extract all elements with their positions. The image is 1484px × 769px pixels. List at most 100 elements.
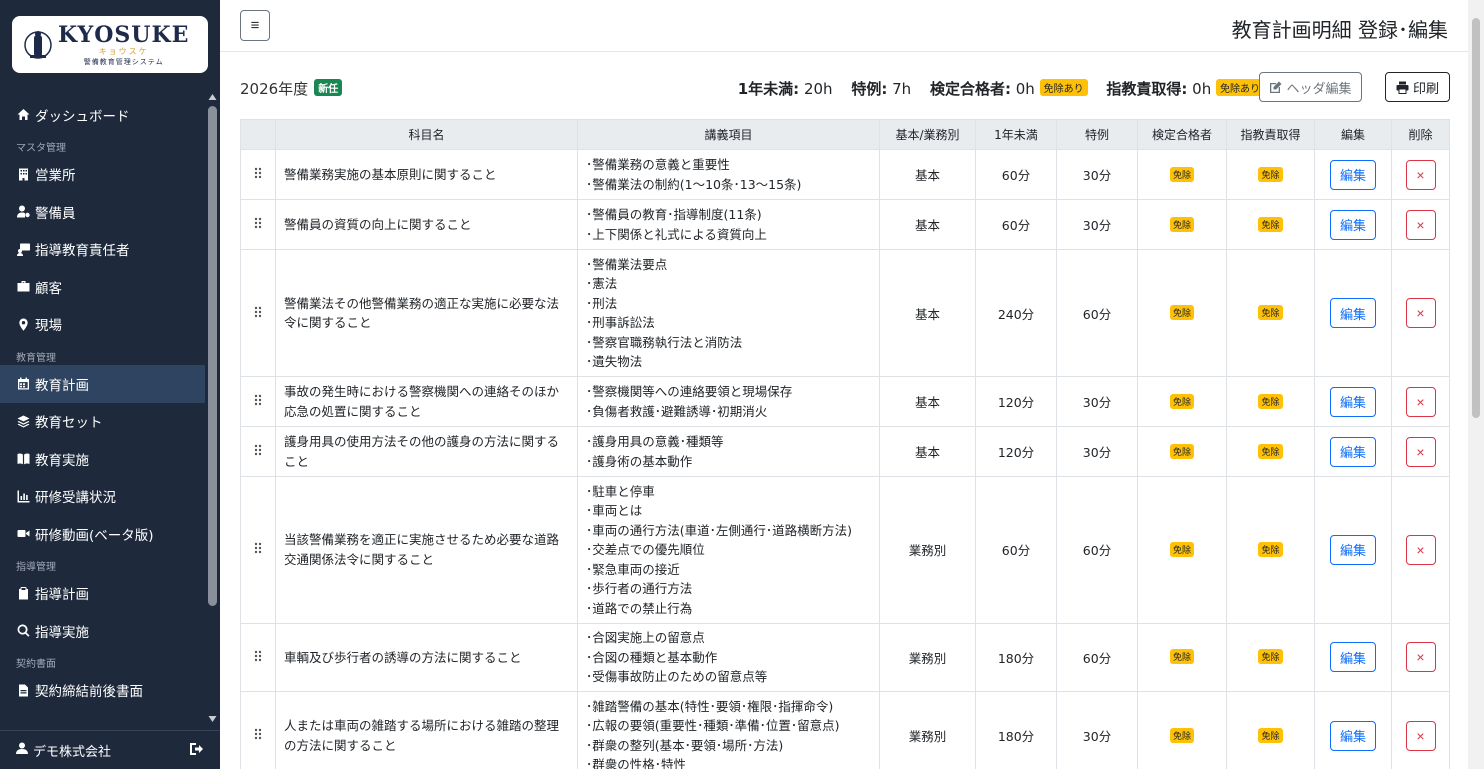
lecture-item: ･警備員の教育･指導制度(11条) <box>586 207 762 222</box>
category-cell: 基本 <box>879 249 976 377</box>
lecture-item: ･道路での禁止行為 <box>586 600 693 616</box>
drag-handle[interactable] <box>240 622 276 692</box>
exemption-badge: 免除 <box>1169 393 1194 409</box>
logo-subtitle: 警備教育管理システム <box>83 57 164 66</box>
lecture-item: ･負傷者救護･避難誘導･初期消火 <box>586 403 768 419</box>
lecture-items-cell: ･護身用具の意義･種類等 ･護身術の基本動作 <box>577 426 880 477</box>
cert-cell: 免除 <box>1137 426 1227 477</box>
delete-row-button[interactable]: × <box>1405 720 1436 751</box>
grip-vertical-icon <box>254 444 262 456</box>
sidebar-item-location-pin[interactable]: 現場 <box>0 306 205 344</box>
edit-row-button[interactable]: 編集 <box>1330 386 1376 417</box>
sidebar-scroll-thumb[interactable] <box>208 106 217 606</box>
exemption-badge: 免除 <box>1169 727 1194 743</box>
drag-handle[interactable] <box>240 249 276 377</box>
grip-vertical-icon <box>254 728 262 740</box>
sidebar-item-layers[interactable]: 教育セット <box>0 403 205 441</box>
delete-row-button[interactable]: × <box>1405 159 1436 190</box>
sidebar-item-label: 研修受講状況 <box>35 490 116 507</box>
sidebar-item-briefcase[interactable]: 顧客 <box>0 268 205 306</box>
sidebar-item-book-open[interactable]: 教育実施 <box>0 440 205 478</box>
edit-row-button[interactable]: 編集 <box>1330 720 1376 751</box>
lecture-items-cell: ･駐車と停車 ･車両とは ･車両の通行方法(車道･左側通行･道路横断方法) ･交差点で… <box>577 476 880 624</box>
book-open-icon <box>16 452 30 466</box>
column-header <box>240 119 276 150</box>
special-cell: 30分 <box>1056 149 1138 200</box>
lecture-items-cell: ･警備員の教育･指導制度(11条) ･上下関係と礼式による資質向上 <box>577 199 880 250</box>
delete-row-button[interactable]: × <box>1405 642 1436 673</box>
sidebar-item-video[interactable]: 研修動画(ベータ版) <box>0 515 205 553</box>
header-edit-button[interactable]: ヘッダ編集 <box>1259 72 1362 102</box>
sidebar-nav: ダッシュボード マスタ管理 営業所 警備員 指導教育責任者 顧客 現場 教育管理 教育計画 教育セ… <box>0 96 205 726</box>
grip-vertical-icon <box>254 306 262 317</box>
edit-cell: 編集 <box>1314 622 1392 692</box>
lecture-item: ･受傷事故防止のための留意点等 <box>586 669 768 684</box>
sidebar-item-home[interactable]: ダッシュボード <box>0 96 205 134</box>
edit-icon <box>1270 81 1282 93</box>
drag-handle[interactable] <box>240 476 276 624</box>
lecture-item: ･刑法 <box>586 295 618 311</box>
sidebar-item-calendar[interactable]: 教育計画 <box>0 365 205 403</box>
edit-row-button[interactable]: 編集 <box>1330 436 1376 467</box>
delete-cell: × <box>1391 426 1450 477</box>
delete-row-button[interactable]: × <box>1405 436 1436 467</box>
exemption-badge: 免除 <box>1169 305 1194 320</box>
under1-cell: 120分 <box>975 426 1057 477</box>
drag-handle[interactable] <box>240 691 276 769</box>
drag-handle[interactable] <box>240 149 276 200</box>
delete-row-button[interactable]: × <box>1405 298 1436 328</box>
edit-row-button[interactable]: 編集 <box>1330 534 1376 565</box>
sidebar-item-user-gear[interactable]: 警備員 <box>0 193 205 231</box>
lecture-item: ･刑事訴訟法 <box>586 315 655 330</box>
drag-handle[interactable] <box>240 376 276 427</box>
table-row: 当該警備業務を適正に実施させるため必要な道路交通関係法令に関すること ･駐車と停車… <box>240 476 1450 624</box>
footer-company-name[interactable]: デモ株式会社 <box>33 741 190 760</box>
clipboard-icon <box>16 586 30 600</box>
sidebar-item-magnify[interactable]: 指導実施 <box>0 612 205 650</box>
exemption-badge: 免除あり <box>1216 79 1264 96</box>
edit-row-button[interactable]: 編集 <box>1330 159 1376 190</box>
user-gear-icon <box>16 205 30 219</box>
page-scrollbar[interactable] <box>1468 0 1484 769</box>
home-icon <box>16 108 30 122</box>
column-header: 基本/業務別 <box>879 119 976 150</box>
lecture-item: ･群衆の性格･特性 <box>586 757 687 769</box>
lecture-item: ･合図の種類と基本動作 <box>586 649 718 665</box>
cert-cell: 免除 <box>1137 249 1227 377</box>
lecture-item: ･警備業法要点 <box>586 256 668 272</box>
drag-handle[interactable] <box>240 426 276 477</box>
logout-icon[interactable] <box>190 742 206 758</box>
category-cell: 基本 <box>879 199 976 250</box>
sidebar-item-clipboard[interactable]: 指導計画 <box>0 575 205 613</box>
page-title: 教育計画明細 登録･編集 <box>1231 18 1448 42</box>
delete-row-button[interactable]: × <box>1405 534 1436 565</box>
calendar-icon <box>16 377 30 391</box>
table-row: 護身用具の使用方法その他の護身の方法に関すること ･護身用具の意義･種類等 ･護身術… <box>240 426 1450 477</box>
table-row: 警備業法その他警備業務の適正な実施に必要な法令に関すること ･警備業法要点 ･憲法･… <box>240 249 1450 377</box>
sidebar-scrollbar[interactable] <box>205 90 220 726</box>
sidebar-item-file[interactable]: 契約締結前後書面 <box>0 672 205 710</box>
subject-cell: 警備業務実施の基本原則に関すること <box>275 149 578 200</box>
edit-row-button[interactable]: 編集 <box>1330 298 1376 328</box>
sidebar-item-instructor[interactable]: 指導教育責任者 <box>0 231 205 269</box>
category-cell: 基本 <box>879 426 976 477</box>
lecture-item: ･車両の通行方法(車道･左側通行･道路横断方法) <box>586 522 853 538</box>
delete-row-button[interactable]: × <box>1405 209 1436 240</box>
scroll-up-icon[interactable] <box>208 93 217 101</box>
logo-emblem-icon <box>24 30 52 59</box>
sidebar-item-chart-line[interactable]: 研修受講状況 <box>0 478 205 516</box>
delete-row-button[interactable]: × <box>1405 386 1436 417</box>
edit-row-button[interactable]: 編集 <box>1330 642 1376 673</box>
edit-row-button[interactable]: 編集 <box>1330 209 1376 240</box>
print-button[interactable]: 印刷 <box>1385 72 1450 102</box>
logo[interactable]: KYOSUKE キョウスケ 警備教育管理システム <box>12 16 208 73</box>
instr-cell: 免除 <box>1226 426 1315 477</box>
menu-toggle-button[interactable]: ≡ <box>240 10 270 41</box>
sidebar-item-label: 指導実施 <box>35 624 89 641</box>
lecture-items-cell: ･合図実施上の留意点 ･合図の種類と基本動作 ･受傷事故防止のための留意点等 <box>577 622 880 692</box>
sidebar-item-building[interactable]: 営業所 <box>0 156 205 194</box>
scroll-down-icon[interactable] <box>208 715 217 723</box>
lecture-item: ･歩行者の通行方法 <box>586 581 693 596</box>
page-scroll-thumb[interactable] <box>1472 18 1480 418</box>
drag-handle[interactable] <box>240 199 276 250</box>
